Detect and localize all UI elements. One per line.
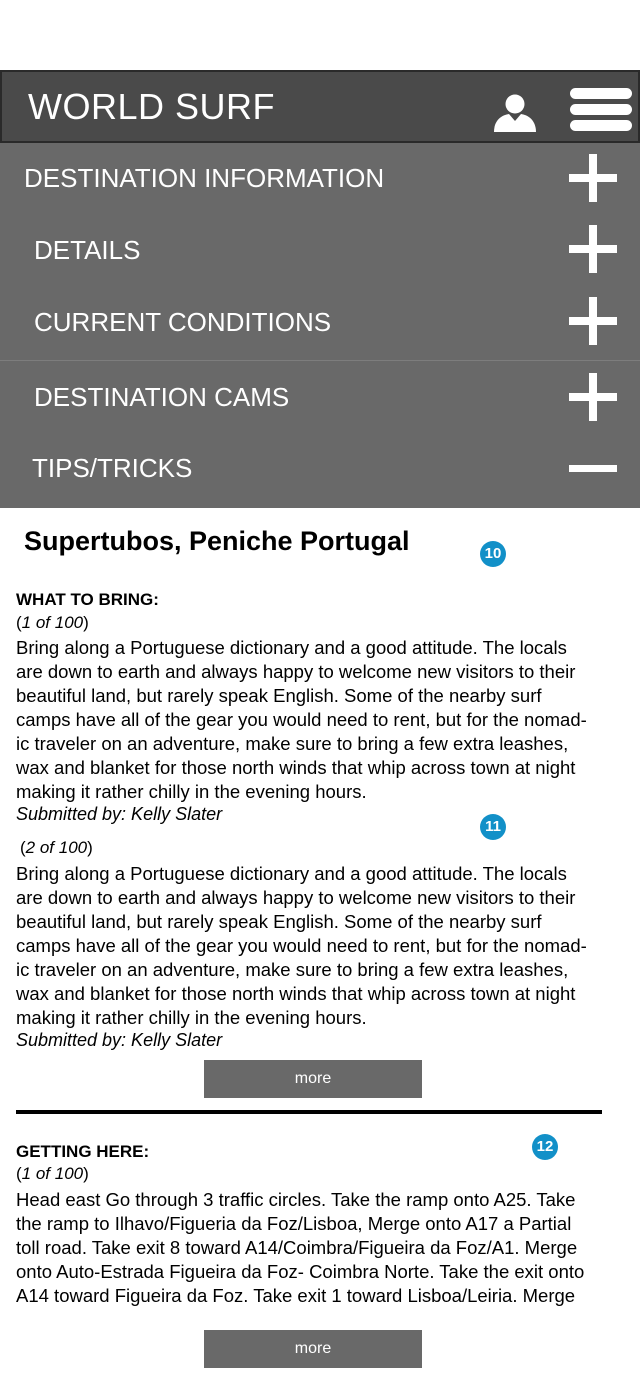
menu-item-destination-information[interactable]: DESTINATION INFORMATION xyxy=(0,143,640,215)
tip-text: Bring along a Portuguese dictionary and … xyxy=(16,636,606,804)
more-button[interactable]: more xyxy=(204,1330,422,1368)
page-title: Supertubos, Peniche Portugal xyxy=(24,526,410,556)
plus-icon[interactable] xyxy=(569,154,617,202)
menu-item-label: DESTINATION INFORMATION xyxy=(24,163,385,193)
menu-item-details[interactable]: DETAILS xyxy=(0,215,640,287)
text-line: Head east Go through 3 traffic circles. … xyxy=(16,1189,576,1210)
text-line: wax and blanket for those north winds th… xyxy=(16,757,576,778)
section-heading-getting-here: GETTING HERE: xyxy=(16,1142,150,1161)
text-line: are down to earth and always happy to we… xyxy=(16,661,576,682)
menu-item-label: CURRENT CONDITIONS xyxy=(34,307,332,337)
menu-item-destination-cams[interactable]: DESTINATION CAMS xyxy=(0,361,640,433)
minus-icon[interactable] xyxy=(569,445,617,493)
plus-icon[interactable] xyxy=(569,373,617,421)
tip-text: Bring along a Portuguese dictionary and … xyxy=(16,862,606,1030)
text-line: making it rather chilly in the evening h… xyxy=(16,781,367,802)
menu-item-tips-tricks[interactable]: TIPS/TRICKS xyxy=(0,433,640,508)
submitted-by: Submitted by: Kelly Slater xyxy=(16,1030,223,1050)
accordion-menu: DESTINATION INFORMATION DETAILS CURRENT … xyxy=(0,143,640,508)
menu-item-label: DESTINATION CAMS xyxy=(34,382,290,412)
text-line: making it rather chilly in the evening h… xyxy=(16,1007,367,1028)
annotation-badge: 10 xyxy=(480,541,506,567)
text-line: beautiful land, but rarely speak English… xyxy=(16,911,542,932)
text-line: camps have all of the gear you would nee… xyxy=(16,709,587,730)
section-heading-what-to-bring: WHAT TO BRING: xyxy=(16,590,159,609)
text-line: wax and blanket for those north winds th… xyxy=(16,983,576,1004)
text-line: the ramp to Ilhavo/Figueria da Foz/Lisbo… xyxy=(16,1213,572,1234)
plus-icon[interactable] xyxy=(569,225,617,273)
text-line: toll road. Take exit 8 toward A14/Coimbr… xyxy=(16,1237,578,1258)
text-line: beautiful land, but rarely speak English… xyxy=(16,685,542,706)
submitted-by: Submitted by: Kelly Slater xyxy=(16,804,223,824)
text-line: ic traveler on an adventure, make sure t… xyxy=(16,733,569,754)
annotation-badge: 12 xyxy=(532,1134,558,1160)
app-title: WORLD SURF xyxy=(28,86,275,127)
text-line: camps have all of the gear you would nee… xyxy=(16,935,587,956)
section-divider xyxy=(16,1110,602,1114)
text-line: A14 toward Figueira da Foz. Take exit 1 … xyxy=(16,1285,576,1306)
more-button[interactable]: more xyxy=(204,1060,422,1098)
hamburger-menu-icon[interactable] xyxy=(570,88,632,132)
text-line: Bring along a Portuguese dictionary and … xyxy=(16,637,567,658)
text-line: ic traveler on an adventure, make sure t… xyxy=(16,959,569,980)
text-line: onto Auto-Estrada Figueira da Foz- Coimb… xyxy=(16,1261,585,1282)
text-line: Bring along a Portuguese dictionary and … xyxy=(16,863,567,884)
plus-icon[interactable] xyxy=(569,297,617,345)
user-icon[interactable] xyxy=(494,92,536,132)
text-line: are down to earth and always happy to we… xyxy=(16,887,576,908)
annotation-badge: 11 xyxy=(480,814,506,840)
menu-item-label: TIPS/TRICKS xyxy=(32,453,193,483)
app-header: WORLD SURF xyxy=(0,70,640,143)
menu-item-label: DETAILS xyxy=(34,235,141,265)
entry-count: (1 of 100) xyxy=(16,613,89,632)
menu-item-current-conditions[interactable]: CURRENT CONDITIONS xyxy=(0,287,640,360)
entry-count: (1 of 100) xyxy=(16,1164,89,1183)
entry-count: (2 of 100) xyxy=(20,838,93,857)
directions-text: Head east Go through 3 traffic circles. … xyxy=(16,1188,606,1308)
